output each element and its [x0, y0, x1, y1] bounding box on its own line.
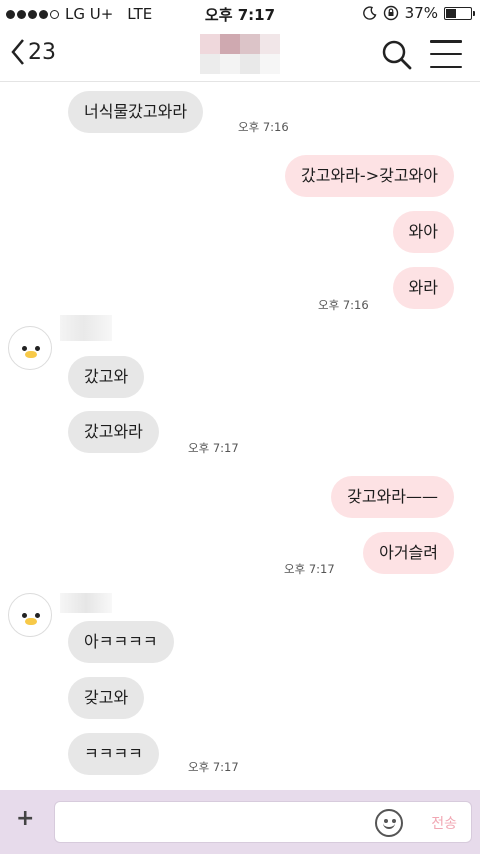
message-time: 오후 7:16 — [318, 298, 369, 312]
message-bubble-incoming[interactable]: 갖고와 — [68, 677, 145, 719]
message-bubble-outgoing[interactable]: 아거슬려 — [363, 532, 454, 574]
penguin-avatar-icon[interactable] — [8, 593, 52, 637]
battery-icon — [444, 6, 475, 20]
message-time: 오후 7:16 — [238, 120, 289, 134]
message-bubble-outgoing[interactable]: 갔고와라->갖고와아 — [285, 155, 454, 197]
message-time: 오후 7:17 — [284, 562, 335, 576]
search-button[interactable] — [380, 38, 414, 72]
message-input[interactable]: 전송 — [54, 801, 472, 843]
message-bubble-outgoing[interactable]: 와아 — [392, 211, 454, 253]
room-title-blurred — [200, 34, 280, 74]
battery-percent: 37% — [404, 4, 438, 22]
chat-header: 23 — [0, 28, 480, 82]
send-button[interactable]: 전송 — [431, 813, 457, 833]
unread-count: 23 — [28, 39, 56, 65]
menu-icon[interactable] — [430, 40, 462, 68]
sender-name-blurred — [60, 315, 112, 341]
message-bubble-incoming[interactable]: 갔고와 — [68, 356, 145, 398]
status-bar: LG U+ LTE 오후 7:17 37% — [0, 0, 480, 28]
search-icon — [382, 40, 412, 70]
sender-name-blurred — [60, 593, 112, 613]
back-chevron-icon — [11, 39, 24, 65]
message-bubble-incoming[interactable]: 너식물갔고와라 — [68, 91, 204, 133]
lock-rotation-icon — [383, 5, 398, 21]
emoji-icon[interactable] — [375, 809, 403, 837]
input-bar: + 전송 — [0, 790, 480, 854]
message-bubble-incoming[interactable]: 아ㅋㅋㅋㅋ — [68, 621, 174, 663]
message-bubble-incoming[interactable]: 갔고와라 — [68, 411, 159, 453]
message-time: 오후 7:17 — [188, 760, 239, 774]
status-right: 37% — [362, 4, 475, 22]
message-bubble-incoming[interactable]: ㅋㅋㅋㅋ — [68, 733, 159, 775]
message-bubble-outgoing[interactable]: 와라 — [392, 267, 454, 309]
message-time: 오후 7:17 — [188, 441, 239, 455]
add-attachment-button[interactable]: + — [16, 808, 34, 830]
chat-list[interactable]: 너식물갔고와라 오후 7:16 갔고와라->갖고와아 와아 와라 오후 7:16… — [0, 83, 480, 790]
moon-icon — [362, 6, 377, 20]
message-bubble-outgoing[interactable]: 갖고와라—— — [331, 476, 454, 518]
penguin-avatar-icon[interactable] — [8, 326, 52, 370]
back-button[interactable]: 23 — [10, 38, 56, 66]
